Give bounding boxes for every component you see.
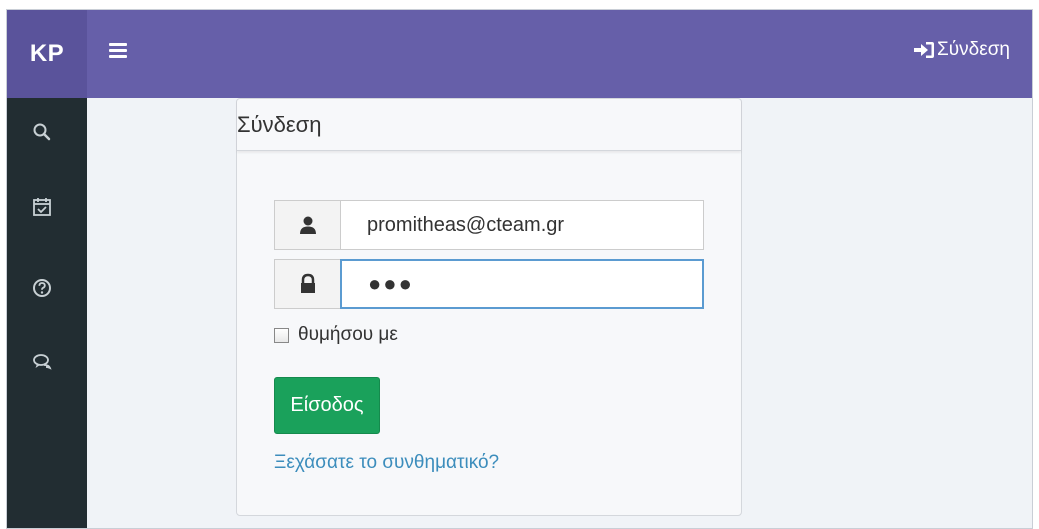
navbar-login-label: Σύνδεση (937, 39, 1010, 60)
remember-checkbox[interactable] (274, 327, 289, 343)
lock-icon (274, 259, 340, 309)
sidebar (7, 98, 87, 528)
username-input[interactable]: promitheas@cteam.gr (340, 200, 704, 250)
password-mask: ●●● (368, 271, 414, 296)
remember-me: θυμήσου με (274, 324, 398, 346)
sign-in-icon (914, 42, 935, 58)
app-window: KP Σύνδεση Σύνδεση promitheas@cteam.gr ●… (6, 9, 1033, 529)
hamburger-icon[interactable] (109, 43, 127, 61)
forgot-password-link[interactable]: Ξεχάσατε το συνθηματικό? (274, 452, 499, 474)
top-navbar: KP Σύνδεση (7, 10, 1032, 98)
calendar-check-icon[interactable] (31, 196, 53, 218)
chat-bubbles-icon[interactable] (31, 351, 53, 373)
brand-logo[interactable]: KP (7, 10, 87, 98)
username-group: promitheas@cteam.gr (274, 200, 704, 250)
password-input[interactable]: ●●● (340, 259, 704, 309)
login-panel: Σύνδεση promitheas@cteam.gr ●●● θυμήσου … (236, 98, 742, 516)
password-group: ●●● (274, 259, 704, 309)
user-icon (274, 200, 340, 250)
search-icon[interactable] (31, 121, 53, 143)
remember-label[interactable]: θυμήσου με (298, 324, 398, 346)
help-circle-icon[interactable] (31, 277, 53, 299)
navbar-login-link[interactable]: Σύνδεση (913, 39, 1010, 61)
panel-title: Σύνδεση (237, 99, 741, 151)
login-submit-button[interactable]: Είσοδος (274, 377, 380, 434)
